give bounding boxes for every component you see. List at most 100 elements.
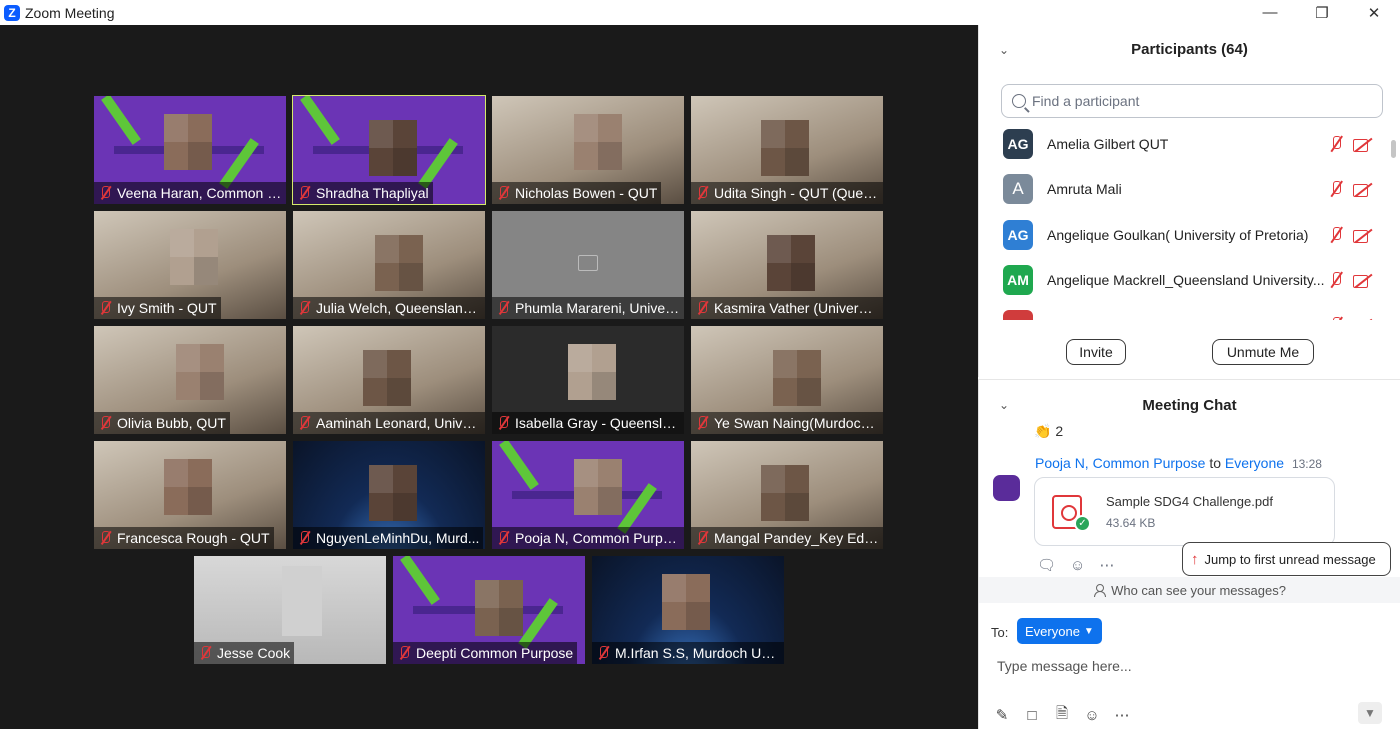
- video-gallery: Veena Haran, Common P... Shradha Thapliya…: [0, 25, 978, 729]
- participant-row[interactable]: [1003, 303, 1373, 320]
- participant-name-label: Nicholas Bowen - QUT: [492, 182, 662, 204]
- screenshot-icon[interactable]: □: [1023, 706, 1041, 724]
- add-reaction-icon[interactable]: ☺: [1070, 557, 1085, 574]
- avatar: AG: [1003, 129, 1033, 159]
- video-tile[interactable]: Deepti Common Purpose: [393, 556, 585, 664]
- participant-name: Aaminah Leonard, Univer...: [316, 415, 481, 431]
- video-tile[interactable]: Jesse Cook: [194, 556, 386, 664]
- video-tile[interactable]: M.Irfan S.S, Murdoch Uni...: [592, 556, 784, 664]
- more-icon[interactable]: ⋯: [1113, 706, 1131, 724]
- message-input[interactable]: [997, 654, 1377, 678]
- send-icon[interactable]: ▼: [1358, 702, 1382, 724]
- video-tile[interactable]: Francesca Rough - QUT: [94, 441, 286, 549]
- video-tile[interactable]: Julia Welch, Queensland ...: [293, 211, 485, 319]
- mic-muted-icon: [1327, 135, 1345, 153]
- participant-row[interactable]: AG Angelique Goulkan( University of Pret…: [1003, 213, 1373, 257]
- more-icon[interactable]: ⋯: [1099, 556, 1114, 574]
- participant-name-label: Udita Singh - QUT (Quee...: [691, 182, 883, 204]
- video-tile[interactable]: Veena Haran, Common P...: [94, 96, 286, 204]
- participant-name-label: Veena Haran, Common P...: [94, 182, 286, 204]
- mic-muted-icon: [495, 415, 511, 431]
- video-tile[interactable]: Shradha Thapliyal: [292, 95, 486, 205]
- mic-muted-icon: [97, 415, 113, 431]
- participants-title: Participants (64): [1131, 41, 1248, 58]
- message-time: 13:28: [1291, 457, 1322, 471]
- pixelated-face: [574, 114, 622, 170]
- video-tile[interactable]: Pooja N, Common Purpose: [492, 441, 684, 549]
- mic-muted-icon: [296, 300, 312, 316]
- video-tile[interactable]: Ivy Smith - QUT: [94, 211, 286, 319]
- unmute-me-button[interactable]: Unmute Me: [1212, 339, 1314, 365]
- video-tile[interactable]: Ye Swan Naing(Murdoch ...: [691, 326, 883, 434]
- reply-icon[interactable]: 🗨: [1037, 556, 1056, 574]
- video-off-icon: [1353, 317, 1373, 320]
- participant-row[interactable]: AM Angelique Mackrell_Queensland Univers…: [1003, 258, 1373, 302]
- participant-row[interactable]: AG Amelia Gilbert QUT: [1003, 122, 1373, 166]
- to-label: To:: [991, 625, 1009, 640]
- restore-icon[interactable]: ❐: [1296, 0, 1348, 25]
- pixelated-face: [761, 465, 809, 521]
- participant-name: Pooja N, Common Purpose: [515, 530, 680, 546]
- message-actions: 🗨 ☺ ⋯: [1037, 556, 1114, 575]
- participant-scrollbar[interactable]: [1391, 140, 1396, 158]
- participant-name: Nicholas Bowen - QUT: [515, 185, 658, 201]
- file-icon[interactable]: 🗎: [1053, 705, 1071, 724]
- invite-button[interactable]: Invite: [1066, 339, 1126, 365]
- mic-muted-icon: [1327, 316, 1345, 320]
- pixelated-face: [574, 459, 622, 515]
- video-off-icon: [1353, 272, 1373, 288]
- mic-muted-icon: [296, 415, 312, 431]
- mic-muted-icon: [694, 300, 710, 316]
- video-tile[interactable]: NguyenLeMinhDu, Murd...: [293, 441, 485, 549]
- participant-name-label: Francesca Rough - QUT: [94, 527, 274, 549]
- video-tile[interactable]: Udita Singh - QUT (Quee...: [691, 96, 883, 204]
- video-off-icon: [1353, 136, 1373, 152]
- arrow-up-icon: ↑: [1191, 550, 1199, 568]
- reaction-count[interactable]: 👏 2: [1034, 423, 1063, 440]
- pixelated-face: [568, 344, 616, 400]
- video-tile[interactable]: Kasmira Vather (Universit...: [691, 211, 883, 319]
- minimize-icon[interactable]: —: [1244, 0, 1296, 25]
- mic-muted-icon: [1327, 271, 1345, 289]
- meeting-chat-panel: ⌄ Meeting Chat 👏 2 Pooja N, Common Purpo…: [978, 379, 1400, 729]
- participant-name-label: Ivy Smith - QUT: [94, 297, 221, 319]
- person-icon: [1093, 584, 1107, 597]
- video-tile[interactable]: Phumla Marareni, Univer...: [492, 211, 684, 319]
- emoji-icon[interactable]: ☺: [1083, 706, 1101, 724]
- close-icon[interactable]: ✕: [1348, 0, 1400, 25]
- mic-muted-icon: [97, 530, 113, 546]
- who-can-see-messages[interactable]: Who can see your messages?: [979, 577, 1400, 603]
- video-tile[interactable]: Aaminah Leonard, Univer...: [293, 326, 485, 434]
- participant-name: Ivy Smith - QUT: [117, 300, 217, 316]
- mic-muted-icon: [495, 300, 511, 316]
- video-tile[interactable]: Mangal Pandey_Key Educ...: [691, 441, 883, 549]
- participant-row[interactable]: A Amruta Mali: [1003, 167, 1373, 211]
- mic-muted-icon: [296, 530, 312, 546]
- recipient-dropdown[interactable]: Everyone ▼: [1017, 618, 1102, 644]
- participant-name: Jesse Cook: [217, 645, 291, 661]
- participant-name: Udita Singh - QUT (Quee...: [714, 185, 879, 201]
- format-text-icon[interactable]: ✎: [993, 706, 1011, 724]
- check-icon: ✓: [1074, 515, 1091, 532]
- jump-to-unread-button[interactable]: ↑ Jump to first unread message: [1182, 542, 1391, 576]
- video-tile[interactable]: Nicholas Bowen - QUT: [492, 96, 684, 204]
- video-off-icon: [1353, 181, 1373, 197]
- participant-name-label: Phumla Marareni, Univer...: [492, 297, 684, 319]
- pixelated-face: [164, 114, 212, 170]
- participant-name-label: Mangal Pandey_Key Educ...: [691, 527, 883, 549]
- pixelated-face: [375, 235, 423, 291]
- participant-name: Ye Swan Naing(Murdoch ...: [714, 415, 879, 431]
- participant-name: Angelique Mackrell_Queensland University…: [1047, 272, 1325, 288]
- video-tile[interactable]: Olivia Bubb, QUT: [94, 326, 286, 434]
- mic-muted-icon: [97, 300, 113, 316]
- sender-name[interactable]: Pooja N, Common Purpose: [1035, 455, 1205, 471]
- video-tile[interactable]: Isabella Gray - Queensla...: [492, 326, 684, 434]
- pixelated-face: [170, 229, 218, 285]
- file-attachment[interactable]: ✓ Sample SDG4 Challenge.pdf 43.64 KB: [1034, 477, 1335, 546]
- participant-search[interactable]: [1001, 84, 1383, 118]
- title-bar: Z Zoom Meeting — ❐ ✕: [0, 0, 1400, 25]
- participant-search-input[interactable]: [1032, 93, 1362, 109]
- participant-name-label: Ye Swan Naing(Murdoch ...: [691, 412, 883, 434]
- message-header: Pooja N, Common Purpose to Everyone 13:2…: [1035, 455, 1322, 471]
- camera-off-icon: [578, 255, 598, 271]
